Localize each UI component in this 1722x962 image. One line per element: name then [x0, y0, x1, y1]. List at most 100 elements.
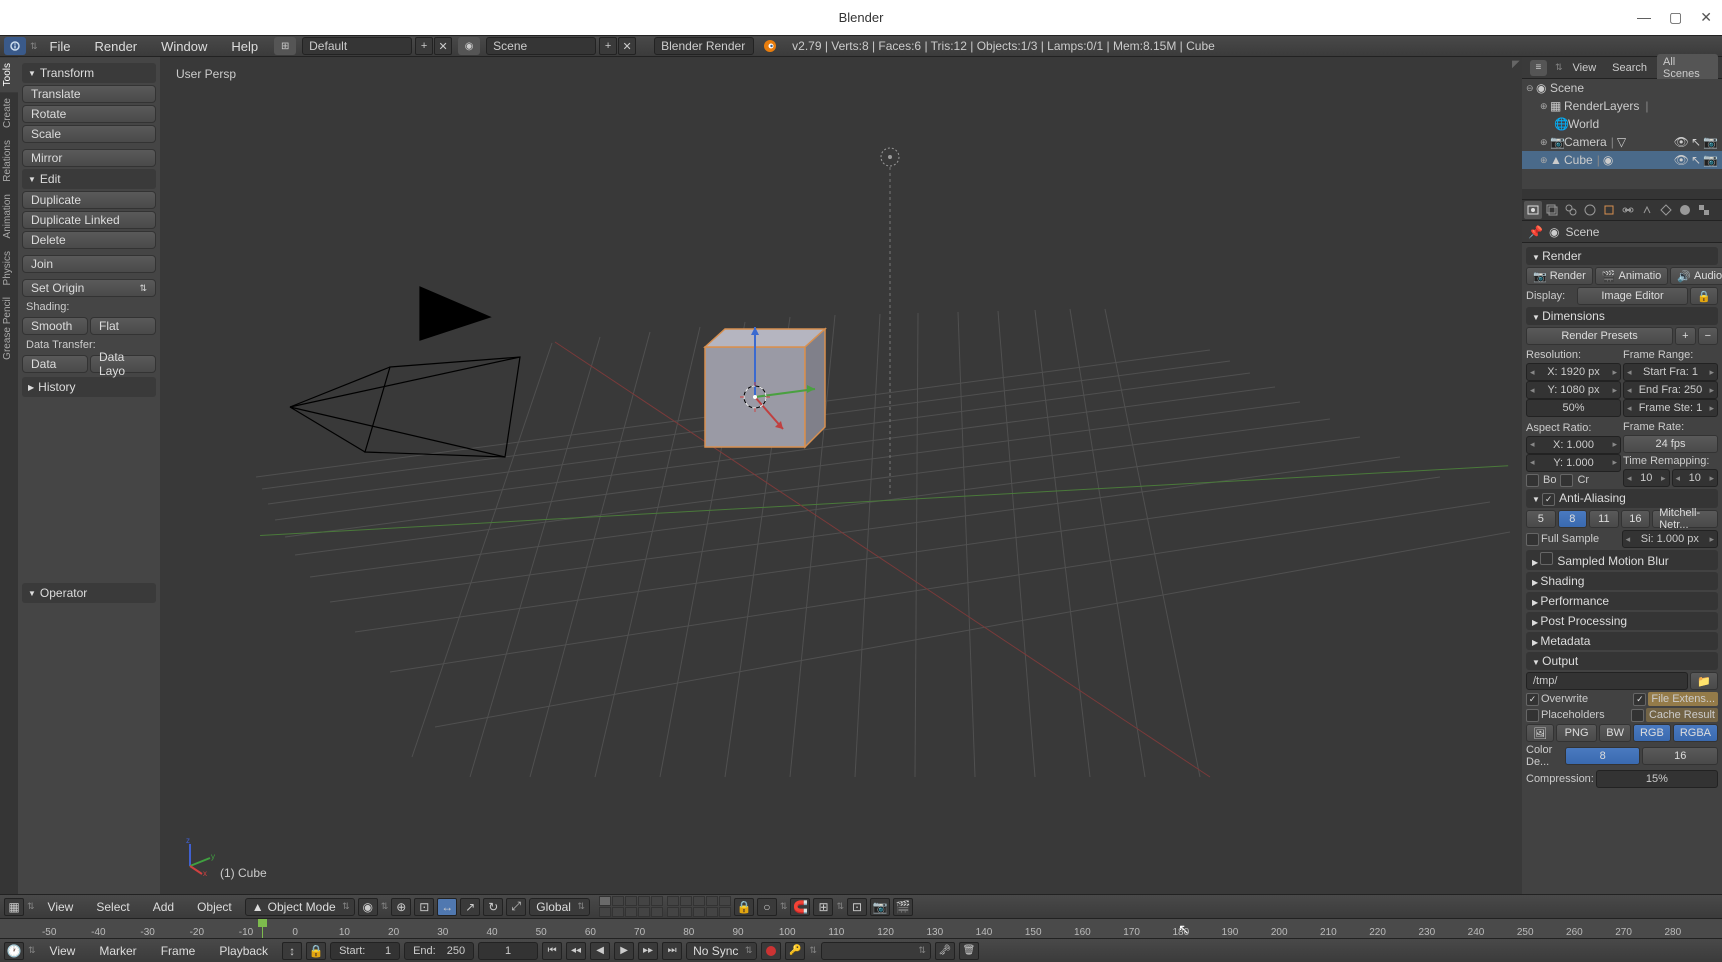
keyframe-prev-icon[interactable]: ◂◂ — [566, 942, 586, 960]
depth-16-button[interactable]: 16 — [1642, 747, 1718, 765]
frame-start-input[interactable]: Start:1 — [330, 942, 400, 960]
panel-history[interactable]: History — [22, 377, 156, 397]
keying-set-icon[interactable]: 🔑 — [785, 942, 805, 960]
scene-add-button[interactable]: + — [599, 37, 617, 55]
rgb-button[interactable]: RGB — [1633, 724, 1671, 742]
render-anim-icon[interactable]: 🎬 — [893, 898, 913, 916]
render-presets-dropdown[interactable]: Render Presets — [1526, 327, 1673, 345]
remap-new-field[interactable]: 10 — [1672, 469, 1719, 487]
render-icon[interactable]: 📷 — [1703, 153, 1718, 167]
prop-tab-scene[interactable] — [1562, 201, 1580, 219]
render-icon[interactable]: 📷 — [1703, 135, 1718, 149]
panel-output[interactable]: Output — [1526, 652, 1718, 670]
duplicate-linked-button[interactable]: Duplicate Linked — [22, 211, 156, 229]
layout-delete-button[interactable]: ✕ — [434, 37, 452, 55]
maximize-icon[interactable]: ▢ — [1669, 9, 1682, 26]
join-button[interactable]: Join — [22, 255, 156, 273]
outliner-view[interactable]: View — [1567, 60, 1603, 76]
play-reverse-icon[interactable]: ◀ — [590, 942, 610, 960]
cursor-icon[interactable]: ↖ — [1691, 135, 1701, 149]
lock-icon[interactable]: 🔒 — [1690, 287, 1718, 305]
format-icon[interactable]: 🖼 — [1526, 724, 1554, 742]
outliner[interactable]: ⊖◉Scene ⊕▦RenderLayers| 🌐World ⊕📷Camera|… — [1522, 79, 1722, 189]
panel-post-processing[interactable]: Post Processing — [1526, 612, 1718, 630]
follow-icon[interactable]: 🔒 — [306, 942, 326, 960]
panel-shading[interactable]: Shading — [1526, 572, 1718, 590]
outliner-filter[interactable]: All Scenes — [1657, 54, 1718, 82]
tl-view-menu[interactable]: View — [40, 944, 86, 958]
prop-tab-constraints[interactable] — [1619, 201, 1637, 219]
manipulator-icon[interactable]: ↔ — [437, 898, 457, 916]
eye-icon[interactable]: 👁 — [1674, 153, 1689, 167]
prop-tab-render[interactable] — [1524, 201, 1542, 219]
fps-dropdown[interactable]: 24 fps — [1623, 435, 1718, 453]
layers-widget[interactable] — [599, 896, 731, 917]
keyframe-next-icon[interactable]: ▸▸ — [638, 942, 658, 960]
scale-manip-icon[interactable]: ⤢ — [506, 898, 526, 916]
tab-relations[interactable]: Relations — [0, 134, 18, 188]
delete-keyframe-icon[interactable]: 🗑 — [959, 942, 979, 960]
data-layout-button[interactable]: Data Layo — [90, 355, 156, 373]
sync-dropdown[interactable]: No Sync — [686, 942, 757, 960]
rotate-button[interactable]: Rotate — [22, 105, 156, 123]
prop-tab-texture[interactable] — [1695, 201, 1713, 219]
render-preview-icon[interactable]: 📷 — [870, 898, 890, 916]
translate-button[interactable]: Translate — [22, 85, 156, 103]
prop-tab-world[interactable] — [1581, 201, 1599, 219]
full-sample-checkbox[interactable] — [1526, 533, 1539, 546]
play-icon[interactable]: ▶ — [614, 942, 634, 960]
shade-flat-button[interactable]: Flat — [90, 317, 156, 335]
panel-transform[interactable]: Transform — [22, 63, 156, 83]
delete-button[interactable]: Delete — [22, 231, 156, 249]
frame-end-field[interactable]: End Fra: 250 — [1623, 381, 1718, 399]
compression-field[interactable]: 15% — [1596, 770, 1718, 788]
pin-icon[interactable]: 📌 — [1528, 225, 1543, 239]
prop-tab-data[interactable] — [1657, 201, 1675, 219]
output-path-field[interactable]: /tmp/ — [1526, 672, 1688, 690]
prop-tab-material[interactable] — [1676, 201, 1694, 219]
screen-browse-icon[interactable]: ⊞ — [274, 37, 296, 55]
frame-step-field[interactable]: Frame Ste: 1 — [1623, 399, 1718, 417]
tab-grease-pencil[interactable]: Grease Pencil — [0, 291, 18, 366]
duplicate-button[interactable]: Duplicate — [22, 191, 156, 209]
layout-add-button[interactable]: + — [415, 37, 433, 55]
minimize-icon[interactable]: — — [1637, 9, 1651, 26]
remap-old-field[interactable]: 10 — [1623, 469, 1670, 487]
mirror-button[interactable]: Mirror — [22, 149, 156, 167]
tree-scene[interactable]: Scene — [1550, 81, 1584, 95]
render-engine-dropdown[interactable]: Blender Render — [654, 37, 754, 55]
tree-camera[interactable]: Camera — [1564, 135, 1607, 149]
info-editor-icon[interactable] — [4, 37, 26, 55]
translate-manip-icon[interactable]: ↗ — [460, 898, 480, 916]
tree-cube[interactable]: Cube — [1564, 153, 1593, 167]
timeline[interactable]: ↖ -50-40-30-20-1001020304050607080901001… — [0, 918, 1722, 938]
aa-5-button[interactable]: 5 — [1526, 510, 1556, 528]
vp-view-menu[interactable]: View — [38, 900, 84, 914]
rgba-button[interactable]: RGBA — [1673, 724, 1718, 742]
render-animation-button[interactable]: 🎬 Animatio — [1595, 267, 1669, 285]
depth-8-button[interactable]: 8 — [1565, 747, 1641, 765]
snap-target-icon[interactable]: ⊡ — [847, 898, 867, 916]
tl-frame-menu[interactable]: Frame — [151, 944, 206, 958]
auto-keyframe-button[interactable] — [761, 942, 781, 960]
filter-size-field[interactable]: Si: 1.000 px — [1622, 530, 1718, 548]
orientation-dropdown[interactable]: Global — [529, 898, 590, 916]
tl-playback-menu[interactable]: Playback — [209, 944, 278, 958]
tab-physics[interactable]: Physics — [0, 245, 18, 291]
menu-help[interactable]: Help — [219, 39, 270, 54]
tree-renderlayers[interactable]: RenderLayers — [1564, 99, 1639, 113]
display-dropdown[interactable]: Image Editor — [1577, 287, 1689, 305]
snap-element-icon[interactable]: ⊞ — [813, 898, 833, 916]
outliner-search[interactable]: Search — [1606, 60, 1653, 76]
prop-tab-modifiers[interactable] — [1638, 201, 1656, 219]
format-dropdown[interactable]: PNG — [1556, 724, 1597, 742]
range-icon[interactable]: ↕ — [282, 942, 302, 960]
current-frame-input[interactable]: 1 — [478, 942, 538, 960]
scene-dropdown[interactable]: Scene — [486, 37, 596, 55]
resolution-x-field[interactable]: X: 1920 px — [1526, 363, 1621, 381]
eye-icon[interactable]: 👁 — [1674, 135, 1689, 149]
vp-add-menu[interactable]: Add — [143, 900, 184, 914]
outliner-scrollbar[interactable] — [1522, 189, 1722, 199]
aa-11-button[interactable]: 11 — [1589, 510, 1619, 528]
vp-object-menu[interactable]: Object — [187, 900, 242, 914]
